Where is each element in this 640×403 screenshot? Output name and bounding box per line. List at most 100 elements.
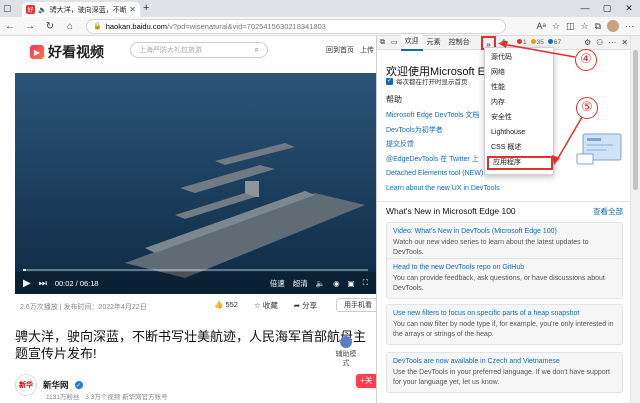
menu-item-lighthouse[interactable]: Lighthouse — [485, 126, 555, 140]
site-search-input[interactable]: 上海严防大礼包旅游 ⌕ — [130, 42, 268, 58]
logo-text: 好看视频 — [48, 44, 104, 60]
progress-fill — [23, 269, 27, 271]
video-headline: 骋大洋，驶向深蓝，不断书写壮美航迹，人民海军首部航母主题宣传片发布! — [15, 329, 367, 361]
dt-dock-icon[interactable]: ⧉ — [377, 36, 388, 50]
news-card[interactable]: Video: What's New in DevTools (Microsoft… — [386, 222, 623, 263]
tab-console[interactable]: 控制台 — [445, 36, 474, 50]
whats-new-title: What's New in Microsoft Edge 100 — [386, 206, 516, 216]
share-button[interactable]: ➦ 分享 — [294, 300, 317, 311]
fullscreen-icon[interactable]: ⛶ — [363, 278, 368, 288]
search-placeholder: 上海严防大礼包旅游 — [139, 47, 202, 54]
news-card[interactable]: Head to the new DevTools repo on GitHub … — [386, 258, 623, 299]
new-tab-icon[interactable]: + — [143, 2, 149, 14]
tab-elements[interactable]: 元素 — [423, 36, 445, 50]
menu-item-sources[interactable]: 源代码 — [485, 51, 555, 65]
refresh-icon[interactable]: ↻ — [40, 21, 60, 32]
favicon-icon: 好 — [26, 5, 35, 14]
speaker-icon[interactable]: 🔈 — [38, 6, 47, 14]
quality-button[interactable]: 超清 — [293, 278, 308, 289]
help-link[interactable]: Learn about the new UX in DevTools — [386, 182, 536, 197]
like-button[interactable]: 👍 552 — [214, 300, 238, 311]
back-home-link[interactable]: 回到首页 — [326, 45, 354, 55]
next-icon[interactable]: ⏭ — [39, 278, 47, 289]
favorites-icon[interactable]: ☆ — [580, 21, 588, 32]
video-player[interactable]: ▶ ⏭ 00:02 / 06:18 倍速 超清 🔈 ◉ ▣ ⛶ — [15, 73, 376, 294]
back-icon[interactable]: ← — [0, 21, 20, 32]
pip-icon[interactable]: ▣ — [348, 279, 355, 288]
checkbox-checked-icon[interactable]: ✓ — [386, 77, 393, 85]
news-title[interactable]: Use new filters to focus on specific par… — [393, 309, 616, 319]
home-icon[interactable]: ⌂ — [60, 21, 80, 32]
news-body: Use the DevTools in your preferred langu… — [393, 369, 610, 386]
verified-icon: ✓ — [74, 381, 83, 389]
assist-mode-button[interactable]: 辅助模式 — [334, 336, 358, 368]
menu-item-css-overview[interactable]: CSS 概述 — [485, 141, 555, 155]
assist-icon — [340, 336, 352, 348]
news-title[interactable]: DevTools are now available in Czech and … — [393, 357, 616, 367]
news-body: You can now filter by node type if, for … — [393, 321, 614, 338]
toolbar-right: Aᵃ ☆ ◫ ☆ ⧉ ··· — [537, 20, 640, 32]
tab-actions-icon[interactable]: ▢ — [3, 3, 12, 14]
phone-watch-button[interactable]: 用手机看 — [336, 298, 376, 312]
maximize-icon[interactable]: ▢ — [596, 0, 618, 17]
share-label: 分享 — [302, 301, 318, 310]
show-on-open-checkbox[interactable]: ✓ 每次都在打开时显示首页 — [386, 76, 468, 86]
news-body: Watch our new video series to learn abou… — [393, 239, 589, 256]
devtools-scrollbar[interactable] — [630, 36, 640, 403]
view-all-link[interactable]: 查看全部 — [593, 206, 623, 217]
close-window-icon[interactable]: ✕ — [618, 0, 640, 17]
author-stats: 1131万粉丝 · 3.3万个视频 新华网官方账号 — [46, 394, 168, 401]
split-screen-icon[interactable]: ◫ — [566, 21, 575, 32]
news-card[interactable]: DevTools are now available in Czech and … — [386, 352, 623, 393]
assist-label: 辅助模式 — [335, 351, 357, 367]
menu-item-performance[interactable]: 性能 — [485, 81, 555, 95]
menu-item-security[interactable]: 安全性 — [485, 111, 555, 125]
news-title[interactable]: Video: What's New in DevTools (Microsoft… — [393, 227, 616, 237]
speed-button[interactable]: 倍速 — [270, 278, 285, 289]
minimize-icon[interactable]: — — [574, 0, 596, 17]
devtools-actions: ⚙ ⚇ ⋯ ✕ — [584, 36, 628, 50]
news-title[interactable]: Head to the new DevTools repo on GitHub — [393, 263, 616, 273]
follow-button[interactable]: +关 — [356, 374, 376, 388]
close-tab-icon[interactable]: ✕ — [129, 5, 136, 14]
more-tabs-dropdown: 源代码 网络 性能 内存 安全性 Lighthouse CSS 概述 应用程序 — [484, 47, 554, 175]
news-card[interactable]: Use new filters to focus on specific par… — [386, 304, 623, 345]
devtools-illustration — [576, 133, 622, 165]
collections-icon[interactable]: ⧉ — [595, 21, 601, 32]
favorite-label: 收藏 — [262, 301, 278, 310]
video-progress[interactable] — [23, 269, 368, 271]
profile-avatar[interactable] — [607, 20, 619, 32]
settings-gear-icon[interactable]: ⚙ — [584, 36, 591, 50]
search-icon[interactable]: ⌕ — [255, 45, 259, 55]
video-controls: ▶ ⏭ 00:02 / 06:18 倍速 超清 🔈 ◉ ▣ ⛶ — [15, 272, 376, 294]
show-on-open-label: 每次都在打开时显示首页 — [396, 79, 468, 86]
favorite-button[interactable]: ☆ 收藏 — [254, 300, 278, 311]
site-logo[interactable]: ▶ 好看视频 — [30, 42, 104, 62]
menu-item-memory[interactable]: 内存 — [485, 96, 555, 110]
whats-new-header: What's New in Microsoft Edge 100 查看全部 — [377, 201, 631, 217]
step-5-marker: ⑤ — [576, 97, 598, 119]
upload-link[interactable]: 上传 — [360, 45, 374, 55]
dt-close-icon[interactable]: ✕ — [621, 36, 628, 50]
forward-icon[interactable]: → — [20, 21, 40, 32]
screenshot-icon[interactable]: ◉ — [333, 279, 340, 288]
author-name[interactable]: 新华网 — [43, 379, 69, 391]
profile-icon[interactable]: ⚇ — [596, 36, 603, 50]
menu-item-network[interactable]: 网络 — [485, 66, 555, 80]
browser-tab[interactable]: 好 🔈 骋大洋，驶向深蓝，不断书写壮 ✕ — [22, 2, 140, 17]
phone-watch-label: 用手机看 — [344, 302, 372, 309]
lock-icon: 🔒 — [93, 23, 102, 30]
tab-welcome[interactable]: 欢迎 — [400, 34, 423, 51]
dt-more-icon[interactable]: ⋯ — [608, 36, 616, 50]
read-aloud-icon[interactable]: Aᵃ — [537, 21, 546, 31]
play-icon[interactable]: ▶ — [23, 278, 31, 289]
tab-title: 骋大洋，驶向深蓝，不断书写壮 — [49, 6, 127, 14]
more-icon[interactable]: ··· — [625, 21, 634, 31]
volume-icon[interactable]: 🔈 — [316, 279, 325, 288]
scrollbar-thumb[interactable] — [633, 50, 638, 190]
menu-item-application[interactable]: 应用程序 — [487, 156, 553, 170]
author-avatar[interactable]: 新华 — [15, 374, 37, 396]
address-bar[interactable]: 🔒 haokan.baidu.com/v?pd=wisenatural&vid=… — [86, 18, 506, 34]
dt-device-icon[interactable]: ▭ — [388, 36, 401, 50]
favorite-star-icon[interactable]: ☆ — [552, 21, 560, 32]
